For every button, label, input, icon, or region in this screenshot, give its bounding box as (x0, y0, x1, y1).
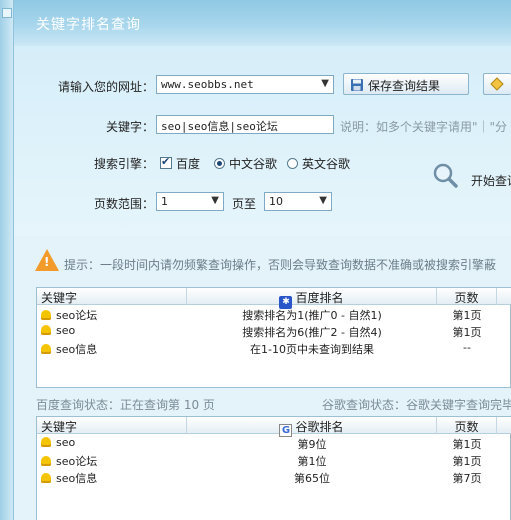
page-to-select[interactable]: 10 ▼ (264, 192, 332, 211)
keyword-cell-text: seo (56, 436, 76, 449)
url-label: 请输入您的网址： (57, 80, 154, 94)
keyword-cell: seo信息 (37, 340, 187, 357)
notice-bar: ! 提示：一段时间内请勿频繁查询操作，否则会导致查询数据不准确或被搜索引擎蔽 (14, 244, 511, 280)
page-cell: 第1页 (452, 455, 482, 468)
google-results-table[interactable]: 关键字 G 谷歌排名 页数 seo 第9位 第1页 seo论坛 第1位 第1页 s… (36, 416, 511, 520)
bell-icon (41, 310, 51, 320)
bell-icon (41, 456, 51, 466)
rank-cell: 搜索排名为6(推广2 - 自然4) (242, 326, 382, 339)
left-panel-strip (0, 0, 14, 520)
save-icon (351, 79, 363, 91)
column-header-keyword[interactable]: 关键字 (37, 288, 187, 305)
keyword-cell: seo (37, 435, 187, 452)
engine-baidu-label: 百度 (176, 157, 201, 171)
google-table-header: 关键字 G 谷歌排名 页数 (37, 417, 511, 437)
page-to-value: 10 (269, 195, 283, 208)
page-cell: -- (463, 341, 471, 354)
warning-icon-mark: ! (44, 255, 50, 269)
engine-baidu-checkbox[interactable]: 百度 (160, 155, 200, 172)
page-from-select[interactable]: 1 ▼ (156, 192, 224, 211)
url-value: www.seobbs.net (161, 78, 254, 91)
page-to-label: 页至 (232, 197, 257, 211)
baidu-results-table[interactable]: 关键字 ✱ 百度排名 页数 seo论坛 搜索排名为1(推广0 - 自然1) 第1页… (36, 287, 511, 388)
diamond-icon (490, 77, 504, 91)
save-results-button[interactable]: 保存查询结果 (343, 73, 469, 95)
page-cell: 第1页 (452, 438, 482, 451)
baidu-rank-header-label: 百度排名 (295, 291, 344, 305)
chevron-down-icon: ▼ (321, 78, 329, 89)
engine-google-en-label: 英文谷歌 (302, 157, 351, 171)
chevron-down-icon: ▼ (211, 195, 219, 206)
keyword-input[interactable]: seo|seo信息|seo论坛 (156, 115, 334, 134)
table-row[interactable]: seo信息 在1-10页中未查询到结果 -- (37, 340, 511, 357)
keyword-cell: seo论坛 (37, 306, 187, 323)
rank-cell: 搜索排名为1(推广0 - 自然1) (242, 309, 382, 322)
page-from-value: 1 (161, 195, 168, 208)
collapse-handle[interactable] (2, 8, 12, 18)
table-row[interactable]: seo论坛 搜索排名为1(推广0 - 自然1) 第1页 (37, 306, 511, 323)
keyword-label: 关键字： (105, 120, 154, 134)
keyword-cell-text: seo信息 (56, 472, 98, 485)
keyword-hint: 说明：如多个关键字请用"｜"分 (340, 120, 508, 134)
engine-google-cn-label: 中文谷歌 (229, 157, 278, 171)
url-select[interactable]: www.seobbs.net ▼ (156, 75, 334, 94)
rank-cell: 在1-10页中未查询到结果 (250, 343, 374, 356)
page-cell: 第1页 (452, 309, 482, 322)
table-row[interactable]: seo论坛 第1位 第1页 (37, 452, 511, 469)
radio-unselected (287, 158, 298, 169)
bell-icon (41, 325, 51, 335)
column-header-pages[interactable]: 页数 (437, 417, 497, 434)
page-title: 关键字排名查询 (36, 17, 141, 33)
column-header-google-rank[interactable]: G 谷歌排名 (187, 417, 437, 437)
google-status: 谷歌查询状态：谷歌关键字查询完毕 (322, 398, 511, 410)
table-row[interactable]: seo信息 第65位 第7页 (37, 469, 511, 486)
save-button-label: 保存查询结果 (368, 79, 441, 93)
keyword-cell-text: seo信息 (56, 343, 98, 356)
bell-icon (41, 437, 51, 447)
keyword-cell: seo论坛 (37, 452, 187, 469)
column-header-baidu-rank[interactable]: ✱ 百度排名 (187, 288, 437, 309)
search-icon[interactable] (432, 162, 458, 188)
table-row[interactable]: seo 第9位 第1页 (37, 435, 511, 452)
rank-cell: 第65位 (294, 472, 330, 485)
chevron-down-icon: ▼ (319, 195, 327, 206)
engine-google-en-radio[interactable]: 英文谷歌 (287, 155, 350, 172)
keyword-cell: seo (37, 323, 187, 340)
keyword-cell: seo信息 (37, 469, 187, 486)
title-bar: 关键字排名查询 (14, 0, 511, 46)
baidu-status: 百度查询状态：正在查询第 10 页 (36, 398, 215, 412)
bell-icon (41, 344, 51, 354)
notice-text: 提示：一段时间内请勿频繁查询操作，否则会导致查询数据不准确或被搜索引擎蔽 (64, 258, 497, 272)
radio-selected (214, 158, 225, 169)
checkbox-checked (160, 155, 172, 169)
column-header-pages[interactable]: 页数 (437, 288, 497, 305)
page-cell: 第7页 (452, 472, 482, 485)
google-rank-header-label: 谷歌排名 (295, 420, 344, 434)
engine-label: 搜索引擎： (93, 157, 154, 171)
bell-icon (41, 473, 51, 483)
table-row[interactable]: seo 搜索排名为6(推广2 - 自然4) 第1页 (37, 323, 511, 340)
page-range-label: 页数范围： (93, 197, 154, 211)
rank-cell: 第1位 (297, 455, 327, 468)
keyword-cell-text: seo (56, 324, 76, 337)
start-query-button[interactable]: 开始查询 (471, 172, 511, 189)
engine-google-cn-radio[interactable]: 中文谷歌 (214, 155, 277, 172)
keyword-cell-text: seo论坛 (56, 309, 98, 322)
page-cell: 第1页 (452, 326, 482, 339)
column-header-keyword[interactable]: 关键字 (37, 417, 187, 434)
extra-toolbar-button[interactable] (483, 73, 511, 95)
keyword-rank-panel: 关键字排名查询 请输入您的网址： www.seobbs.net ▼ 保存查询结果… (14, 0, 511, 520)
rank-cell: 第9位 (297, 438, 327, 451)
baidu-table-header: 关键字 ✱ 百度排名 页数 (37, 288, 511, 309)
keyword-cell-text: seo论坛 (56, 455, 98, 468)
